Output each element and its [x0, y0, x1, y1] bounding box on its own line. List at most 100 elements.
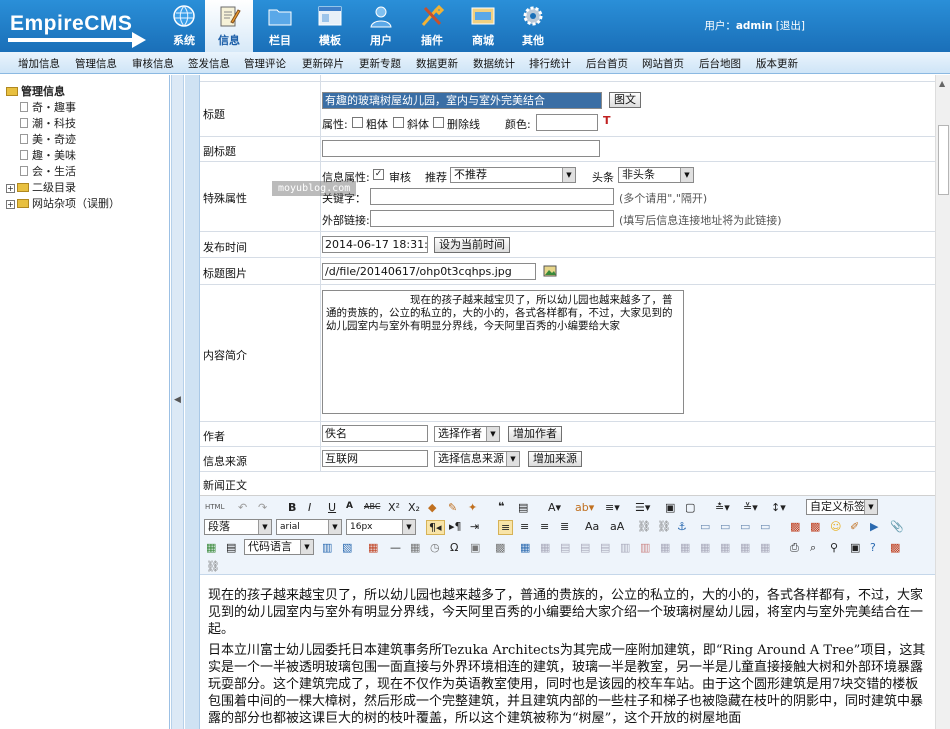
tree-folder[interactable]: + 二级目录	[6, 179, 76, 195]
image-select-icon[interactable]	[543, 264, 557, 278]
text-border-icon[interactable]: A	[346, 501, 353, 511]
image-float-right-icon[interactable]: ▭	[740, 520, 750, 533]
ordered-list-icon[interactable]: ≡▾	[605, 501, 620, 514]
line-height-icon[interactable]: ↕▾	[771, 501, 786, 514]
strikethrough-icon[interactable]: ABC	[364, 502, 380, 511]
link-icon[interactable]: ⛓	[206, 560, 220, 573]
vertical-scrollbar[interactable]: ▲	[935, 75, 950, 729]
editor-body[interactable]: 现在的孩子越来越宝贝了，所以幼儿园也越来越多了，普通的贵族的，公立的私立的，大的…	[208, 587, 928, 729]
topnav-system[interactable]: 系统	[160, 0, 208, 52]
sidebar-splitter[interactable]: ◀	[171, 75, 184, 729]
image-text-button[interactable]: 图文	[609, 92, 641, 108]
keyword-input[interactable]	[370, 188, 614, 205]
subnav-rank-stats[interactable]: 排行统计	[529, 56, 571, 71]
merge-down-icon[interactable]: ▦	[700, 541, 710, 554]
recommend-select[interactable]: 不推荐 ▼	[450, 167, 576, 183]
subnav-admin-home[interactable]: 后台首页	[586, 56, 628, 71]
headline-select[interactable]: 非头条 ▼	[618, 167, 694, 183]
blockquote-icon[interactable]: ❝	[498, 500, 504, 513]
superscript-icon[interactable]: X²	[388, 501, 400, 514]
logout-link[interactable]: [退出]	[776, 20, 805, 32]
delete-col-icon[interactable]: ▥	[640, 541, 650, 554]
multi-image-icon[interactable]: ▩	[810, 520, 820, 533]
time-icon[interactable]: ◷	[430, 541, 440, 554]
subnav-site-home[interactable]: 网站首页	[642, 56, 684, 71]
topnav-plugin[interactable]: 插件	[408, 0, 456, 52]
link-icon[interactable]: ⛓	[637, 520, 651, 533]
insert-table-icon[interactable]: ▦	[520, 541, 530, 554]
merge-right-icon[interactable]: ▦	[680, 541, 690, 554]
subnav-add-info[interactable]: 增加信息	[18, 56, 60, 71]
split-rows-icon[interactable]: ▦	[740, 541, 750, 554]
author-select[interactable]: 选择作者 ▼	[434, 426, 500, 442]
topnav-column[interactable]: 栏目	[256, 0, 304, 52]
merge-cells-icon[interactable]: ▦	[660, 541, 670, 554]
tree-item[interactable]: 趣・美味	[20, 147, 76, 163]
scroll-thumb[interactable]	[938, 125, 949, 195]
subnav-admin-map[interactable]: 后台地图	[699, 56, 741, 71]
topnav-info[interactable]: 信息	[205, 0, 253, 52]
code-language-select[interactable]: 代码语言 ▼	[244, 539, 314, 555]
image-center-icon[interactable]: ▭	[760, 520, 770, 533]
attachment-icon[interactable]: 📎	[890, 520, 904, 533]
author-input[interactable]: 佚名	[322, 425, 428, 442]
image-float-left-icon[interactable]: ▭	[720, 520, 730, 533]
color-picker-icon[interactable]: T	[603, 114, 611, 127]
bold-checkbox[interactable]	[352, 117, 363, 128]
scrawl-icon[interactable]: ✐	[850, 520, 859, 533]
strike-checkbox[interactable]	[433, 117, 444, 128]
subnav-update-topics[interactable]: 更新专题	[359, 56, 401, 71]
tree-item[interactable]: 潮・科技	[20, 115, 76, 131]
set-current-time-button[interactable]: 设为当前时间	[434, 237, 510, 253]
font-family-select[interactable]: arial ▼	[276, 519, 342, 535]
tree-item[interactable]: 美・奇迹	[20, 131, 76, 147]
row-spacing-bottom-icon[interactable]: ≚▾	[743, 501, 758, 514]
to-lowercase-icon[interactable]: aA	[610, 520, 624, 533]
subnav-sign-info[interactable]: 签发信息	[188, 56, 230, 71]
topnav-other[interactable]: 其他	[509, 0, 557, 52]
subnav-audit-info[interactable]: 审核信息	[132, 56, 174, 71]
insert-row-icon[interactable]: ▤	[580, 541, 590, 554]
tree-folder[interactable]: + 网站杂项（误删）	[6, 195, 120, 211]
add-author-button[interactable]: 增加作者	[508, 426, 562, 442]
source-input[interactable]: 互联网	[322, 450, 428, 467]
ltr-direction-icon[interactable]: ¶◂	[426, 520, 445, 535]
add-source-button[interactable]: 增加来源	[528, 451, 582, 467]
clear-doc-icon[interactable]: ▢	[685, 501, 695, 514]
highlight-icon[interactable]: ab▾	[575, 501, 594, 514]
subscript-icon[interactable]: X₂	[408, 501, 420, 514]
align-center-icon[interactable]: ≡	[520, 520, 529, 533]
extlink-input[interactable]	[370, 210, 614, 227]
preview-icon[interactable]: ⌕	[810, 541, 816, 555]
page-break-icon[interactable]: ▦	[368, 541, 378, 554]
custom-tags-select[interactable]: 自定义标签 ▼	[806, 499, 878, 515]
insert-video-icon[interactable]: ▶	[870, 520, 878, 533]
subnav-manage-comments[interactable]: 管理评论	[244, 56, 286, 71]
subnav-version-update[interactable]: 版本更新	[756, 56, 798, 71]
format-brush-icon[interactable]: ✎	[448, 501, 457, 514]
tree-item[interactable]: 会・生活	[20, 163, 76, 179]
row-spacing-top-icon[interactable]: ≛▾	[715, 501, 730, 514]
unlink-icon[interactable]: ⛓	[657, 520, 671, 533]
map-icon[interactable]: ▩	[495, 541, 505, 554]
horizontal-rule-icon[interactable]: —	[390, 541, 401, 554]
title-input[interactable]: 有趣的玻璃树屋幼儿园，室内与室外完美结合	[322, 92, 602, 109]
help-icon[interactable]: ?	[870, 541, 876, 554]
special-chars-icon[interactable]: Ω	[450, 541, 458, 554]
unordered-list-icon[interactable]: ☰▾	[635, 501, 650, 514]
delete-row-icon[interactable]: ▤	[600, 541, 610, 554]
pubtime-input[interactable]: 2014-06-17 18:31:04	[322, 236, 428, 253]
paste-text-icon[interactable]: ▤	[518, 501, 528, 514]
redo-icon[interactable]: ↷	[258, 501, 267, 514]
subnav-update-fragments[interactable]: 更新碎片	[302, 56, 344, 71]
font-color-icon[interactable]: A▾	[548, 501, 561, 514]
insert-col-icon[interactable]: ▥	[620, 541, 630, 554]
insert-image-icon[interactable]: ▩	[790, 520, 800, 533]
summary-textarea[interactable]: 现在的孩子越来越宝贝了，所以幼儿园也越来越多了，普通的贵族的，公立的私立的，大的…	[322, 290, 684, 414]
fullscreen-icon[interactable]: ▩	[890, 541, 900, 554]
topnav-user[interactable]: 用户	[357, 0, 405, 52]
select-all-icon[interactable]: ▣	[665, 501, 675, 514]
image-float-none-icon[interactable]: ▭	[700, 520, 710, 533]
template-icon[interactable]: ▥	[322, 541, 332, 554]
insert-frame-icon[interactable]: ▦	[206, 541, 216, 554]
